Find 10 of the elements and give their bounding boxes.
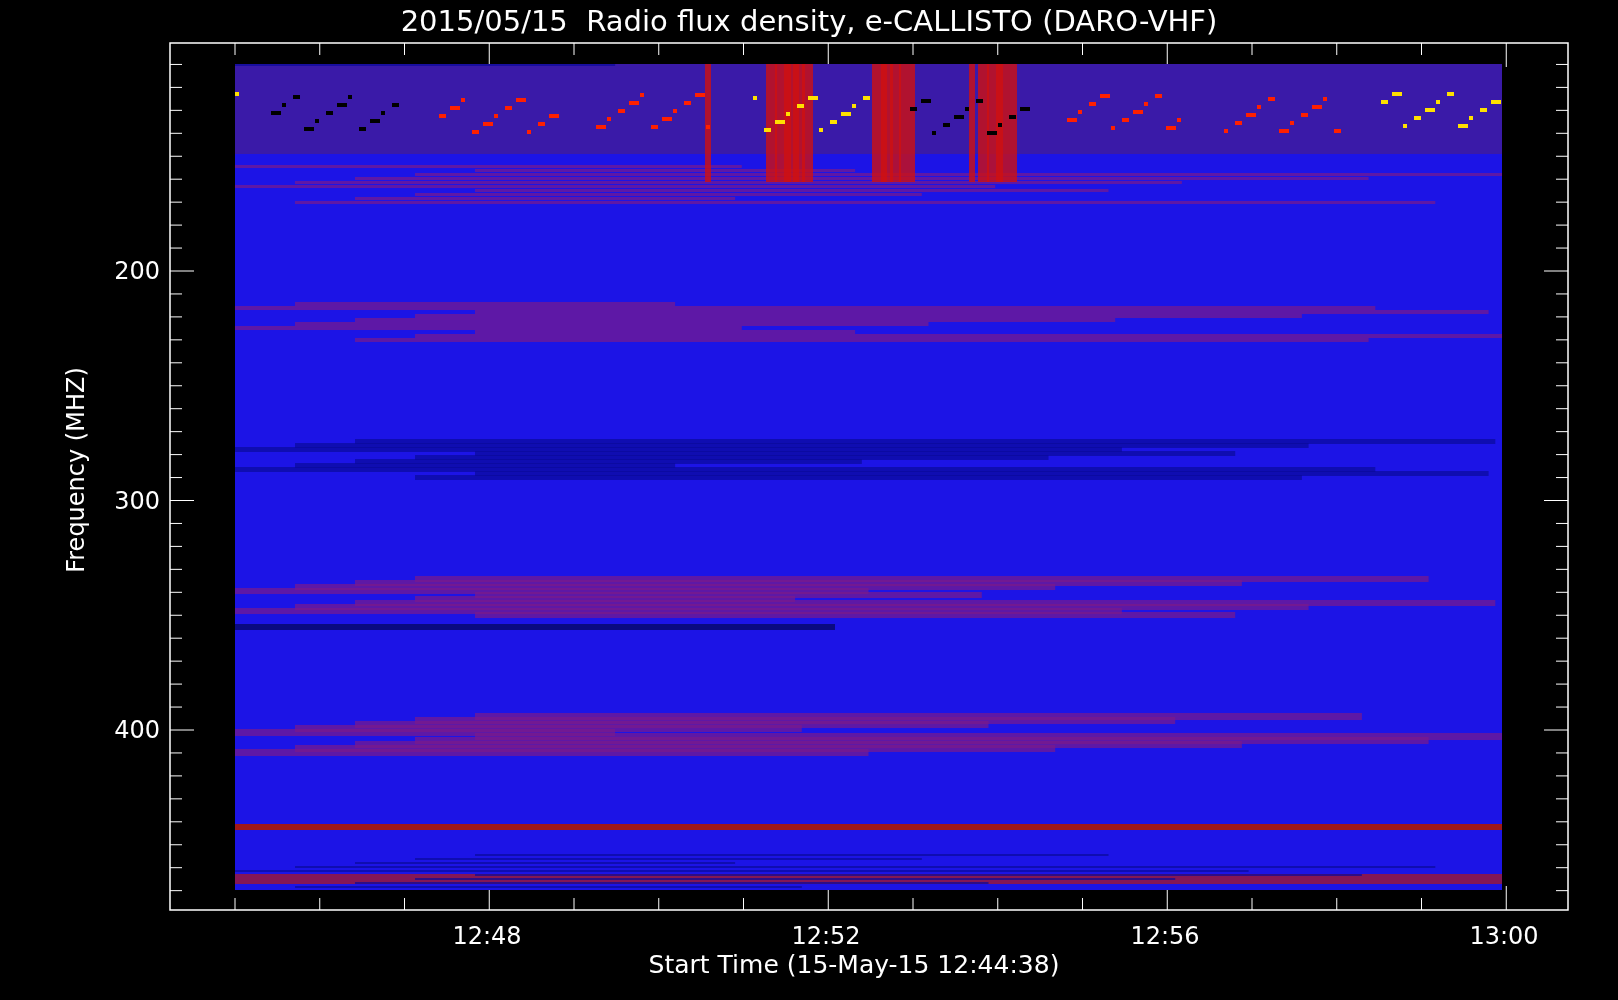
chart-title: 2015/05/15 Radio flux density, e-CALLISTO (DARO-VHF) xyxy=(400,3,1218,40)
y-tick-label: 300 xyxy=(113,486,160,515)
x-tick-label: 13:00 xyxy=(1468,922,1540,950)
x-axis-label: Start Time (15-May-15 12:44:38) xyxy=(647,950,1060,980)
x-tick-label: 12:52 xyxy=(790,922,862,950)
x-tick-label: 12:56 xyxy=(1129,922,1201,950)
y-tick-label: 400 xyxy=(113,716,160,744)
y-tick-label: 200 xyxy=(113,257,160,285)
x-tick-label: 12:48 xyxy=(451,922,523,950)
y-axis-label: Frequency (MHZ) xyxy=(61,367,91,573)
